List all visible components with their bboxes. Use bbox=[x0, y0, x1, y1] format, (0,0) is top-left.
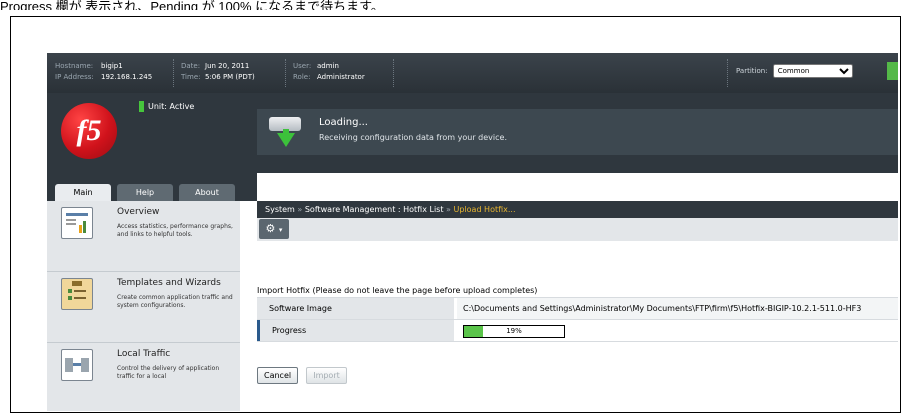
unit-status-text: Unit: Active bbox=[148, 102, 195, 111]
progress-bar: 19% bbox=[463, 325, 565, 338]
sidebar-item-desc: Create common application traffic and sy… bbox=[117, 294, 233, 309]
time-label: Time: bbox=[181, 73, 201, 81]
role-value: Administrator bbox=[317, 73, 365, 81]
info-divider bbox=[393, 59, 394, 87]
table-row: Software Image C:\Documents and Settings… bbox=[257, 297, 898, 319]
unit-status: Unit: Active bbox=[139, 101, 194, 112]
sidebar-item-templates[interactable]: Templates and Wizards Create common appl… bbox=[47, 272, 240, 343]
import-table: Software Image C:\Documents and Settings… bbox=[257, 297, 898, 342]
breadcrumb-separator: » bbox=[297, 205, 303, 214]
sidebar-item-title: Templates and Wizards bbox=[117, 278, 221, 288]
clipboard-icon bbox=[61, 278, 93, 310]
ip-label: IP Address: bbox=[55, 73, 94, 81]
breadcrumb-separator: » bbox=[446, 205, 451, 214]
date-value: Jun 20, 2011 bbox=[205, 62, 250, 70]
loading-message: Receiving configuration data from your d… bbox=[319, 133, 507, 142]
nav-tabs: Main Help About bbox=[47, 173, 257, 201]
status-indicator bbox=[887, 62, 898, 80]
info-divider bbox=[285, 59, 286, 87]
ip-value: 192.168.1.245 bbox=[101, 73, 153, 81]
info-bar: Hostname: bigip1 IP Address: 192.168.1.245… bbox=[47, 53, 898, 93]
breadcrumb-system[interactable]: System bbox=[265, 205, 295, 214]
sidebar-item-local-traffic[interactable]: Local Traffic Control the delivery of ap… bbox=[47, 343, 240, 411]
row-label: Progress bbox=[257, 320, 454, 341]
f5-logo[interactable]: f5 bbox=[61, 103, 117, 159]
screenshot-frame: Hostname: bigip1 IP Address: 192.168.1.245… bbox=[10, 16, 901, 413]
sidebar: Overview Access statistics, performance … bbox=[47, 201, 240, 411]
cancel-button[interactable]: Cancel bbox=[257, 367, 299, 384]
gear-menu-button[interactable]: ⚙ ▾ bbox=[259, 219, 289, 239]
software-image-path: C:\Documents and Settings\Administrator\… bbox=[457, 298, 898, 319]
import-button[interactable]: Import bbox=[306, 367, 347, 384]
network-icon bbox=[61, 349, 93, 381]
partition-label: Partition: bbox=[736, 67, 768, 75]
overview-icon bbox=[61, 207, 93, 239]
progress-cell: 19% bbox=[457, 320, 898, 341]
progress-text: 19% bbox=[506, 327, 522, 335]
hostname-value: bigip1 bbox=[101, 62, 123, 70]
breadcrumb-section[interactable]: Software Management : Hotfix List bbox=[305, 205, 444, 214]
breadcrumb: System » Software Management : Hotfix Li… bbox=[257, 201, 898, 218]
host-info: Hostname: bigip1 IP Address: 192.168.1.245 bbox=[55, 61, 152, 83]
breadcrumb-current: Upload Hotfix... bbox=[453, 205, 516, 214]
download-arrow-icon bbox=[277, 133, 295, 147]
chevron-down-icon: ▾ bbox=[278, 226, 283, 234]
tab-help[interactable]: Help bbox=[117, 184, 173, 201]
datetime-info: Date: Jun 20, 2011 Time: 5:06 PM (PDT) bbox=[181, 61, 255, 83]
bigip-window: Hostname: bigip1 IP Address: 192.168.1.245… bbox=[47, 53, 898, 411]
date-label: Date: bbox=[181, 62, 201, 70]
sidebar-item-overview[interactable]: Overview Access statistics, performance … bbox=[47, 201, 240, 272]
button-row: Cancel Import bbox=[257, 363, 350, 384]
sidebar-item-desc: Control the delivery of application traf… bbox=[117, 365, 220, 380]
user-value: admin bbox=[317, 62, 339, 70]
caption-text: Progress 欄が 表示され、Pending が 100% になるまで待ちま… bbox=[0, 0, 384, 10]
sidebar-item-title: Overview bbox=[117, 207, 160, 217]
loading-panel: Loading... Receiving configuration data … bbox=[257, 109, 898, 155]
sidebar-item-desc: Access statistics, performance graphs, a… bbox=[117, 223, 233, 238]
toolbar: ⚙ ▾ bbox=[257, 218, 898, 241]
gear-icon: ⚙ bbox=[265, 222, 276, 235]
info-divider bbox=[173, 59, 174, 87]
info-divider bbox=[727, 59, 728, 87]
table-row: Progress 19% bbox=[257, 319, 898, 342]
partition-control: Partition: Common bbox=[736, 64, 853, 78]
role-label: Role: bbox=[293, 73, 311, 81]
header-banner: f5 Unit: Active Loading... Receiving con… bbox=[47, 93, 898, 173]
row-label: Software Image bbox=[257, 298, 454, 319]
main-content: Import Hotfix (Please do not leave the p… bbox=[257, 241, 898, 411]
loading-title: Loading... bbox=[319, 117, 368, 128]
user-info: User: admin Role: Administrator bbox=[293, 61, 365, 83]
user-label: User: bbox=[293, 62, 312, 70]
active-indicator-icon bbox=[139, 101, 144, 112]
import-title: Import Hotfix (Please do not leave the p… bbox=[257, 286, 538, 295]
tab-main[interactable]: Main bbox=[55, 184, 111, 201]
time-value: 5:06 PM (PDT) bbox=[205, 73, 255, 81]
tab-about[interactable]: About bbox=[179, 184, 235, 201]
partition-select[interactable]: Common bbox=[772, 64, 853, 78]
sidebar-item-title: Local Traffic bbox=[117, 349, 171, 359]
hostname-label: Hostname: bbox=[55, 62, 94, 70]
